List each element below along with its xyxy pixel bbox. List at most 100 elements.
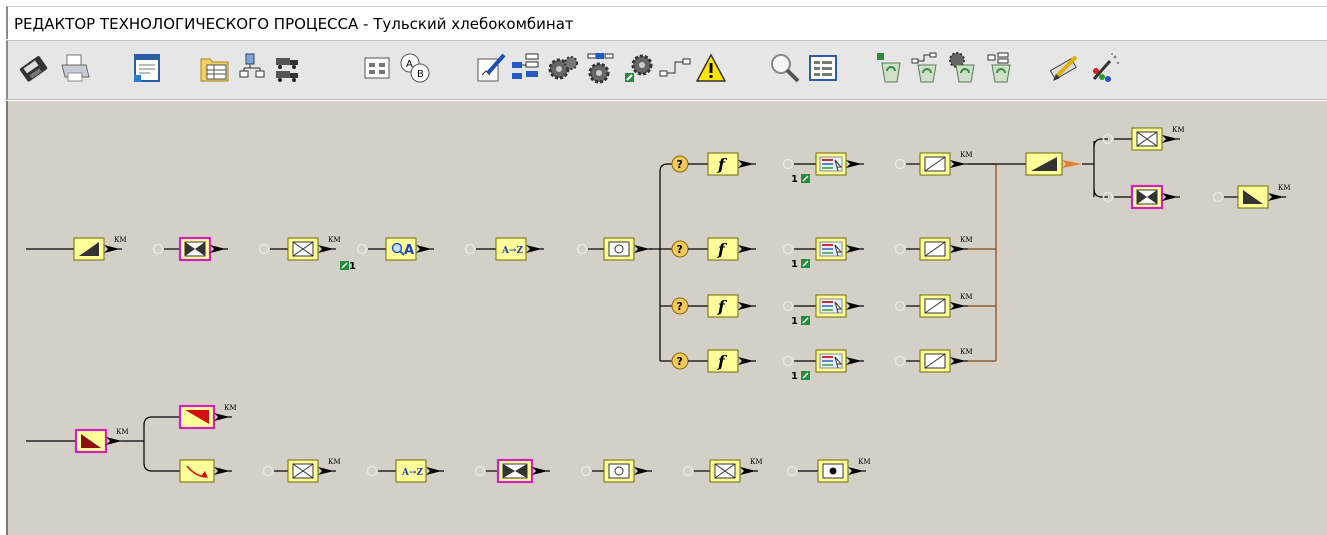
- tree-structure-icon[interactable]: [236, 51, 270, 85]
- port-circle: [782, 300, 794, 312]
- recycle-bin-3-icon[interactable]: [946, 51, 980, 85]
- condition-node: ?: [671, 240, 689, 258]
- process-node-bowtie: [496, 458, 534, 484]
- output-arrow: [738, 160, 756, 168]
- arrow-head: [950, 160, 966, 168]
- save-disk-icon[interactable]: [16, 51, 50, 85]
- process-node-circle: [603, 237, 635, 261]
- arrow-head: [950, 302, 966, 310]
- arrow-head: [634, 245, 650, 253]
- arrow-head: [848, 467, 864, 475]
- process-node-red-split: [74, 428, 108, 454]
- edit-document-icon[interactable]: [474, 51, 508, 85]
- process-flow-diagram: КМ КМ 1 A A→Z? f 1 КМ? f 1 КМ? f 1 КМ? f 1 КМ КМ КМ КМ КМ КМ A…: [26, 126, 1291, 484]
- branch-link: [143, 416, 180, 426]
- process-node-slash: [919, 152, 951, 176]
- connector-icon[interactable]: [658, 51, 692, 85]
- printer-icon[interactable]: [58, 51, 92, 85]
- output-arrow: [846, 357, 864, 365]
- trucks-icon[interactable]: [272, 51, 306, 85]
- recycle-bin-2-icon[interactable]: [910, 51, 944, 85]
- port-circle: [464, 243, 476, 255]
- output-arrow: КМ: [104, 236, 127, 253]
- folder-table-icon[interactable]: [198, 51, 232, 85]
- output-arrow: КМ: [214, 404, 237, 421]
- document-properties-icon[interactable]: [130, 51, 164, 85]
- output-arrow: КМ: [950, 236, 973, 253]
- port-marker: [782, 158, 794, 170]
- circle-box-icon: [608, 463, 630, 479]
- hierarchy-icon[interactable]: [510, 51, 544, 85]
- counter-value: 1: [349, 261, 356, 272]
- port-marker: [464, 243, 476, 255]
- svg-text:B: B: [417, 69, 424, 80]
- magic-wand-icon[interactable]: [1088, 51, 1122, 85]
- port-circle: [894, 158, 906, 170]
- counter-value: 1: [791, 316, 798, 327]
- port-circle: [1212, 191, 1224, 203]
- arrow-head: [104, 245, 120, 253]
- output-arrow: [634, 467, 652, 475]
- dot-mark: [829, 467, 837, 475]
- recycle-bin-1-icon[interactable]: [874, 51, 908, 85]
- question-mark: ?: [677, 243, 683, 256]
- arrow-head: [416, 245, 432, 253]
- km-label: КМ: [960, 293, 973, 301]
- magnifier-icon[interactable]: [768, 51, 802, 85]
- port-circle: [782, 355, 794, 367]
- output-arrow: [210, 245, 228, 253]
- recycle-bin-4-icon[interactable]: [984, 51, 1018, 85]
- counter-value: 1: [791, 174, 798, 185]
- km-label: КМ: [116, 428, 129, 436]
- process-node-slash: [919, 294, 951, 318]
- process-node-filter: [815, 349, 847, 373]
- ab-compare-icon[interactable]: AB: [398, 51, 432, 85]
- arrow-head: [526, 245, 542, 253]
- output-arrow: КМ: [740, 458, 763, 475]
- branch-link: [143, 462, 180, 472]
- list-panel-icon[interactable]: [806, 51, 840, 85]
- port-marker: [356, 243, 368, 255]
- process-node-f: f: [707, 349, 739, 373]
- port-circle: [356, 243, 368, 255]
- condition-node: ?: [671, 352, 689, 370]
- gears-icon[interactable]: [546, 51, 580, 85]
- arrow-head: [950, 357, 966, 365]
- arrow-head: [738, 160, 754, 168]
- km-label: КМ: [328, 458, 341, 466]
- port-circle: [682, 465, 694, 477]
- process-node-red-arrow: [179, 459, 215, 483]
- port-marker: [474, 465, 486, 477]
- arrow-head: [1268, 193, 1284, 201]
- counter-badge: 1: [791, 316, 810, 327]
- gears-plus-icon[interactable]: [622, 51, 656, 85]
- pencil-icon[interactable]: [1048, 51, 1082, 85]
- process-node-red-flag: [178, 404, 216, 430]
- arrow-head: [738, 302, 754, 310]
- arrow-head: [846, 357, 862, 365]
- orange-arrow: [1062, 160, 1082, 168]
- linked-gears-icon[interactable]: [584, 51, 618, 85]
- km-label: КМ: [224, 404, 237, 412]
- port-circle: [366, 465, 378, 477]
- warning-icon[interactable]: [694, 51, 728, 85]
- process-node-envelope: [709, 459, 741, 483]
- module-block-icon[interactable]: [360, 51, 394, 85]
- arrow-head: [846, 160, 862, 168]
- km-label: КМ: [114, 236, 127, 244]
- process-node-az: A→Z: [495, 237, 527, 261]
- process-node-ramp: [73, 237, 105, 261]
- process-node-search: A: [385, 237, 417, 261]
- arrow-head: [318, 467, 334, 475]
- km-label: КМ: [1172, 126, 1185, 134]
- svg-text:A: A: [406, 59, 413, 70]
- port-circle: [894, 243, 906, 255]
- az-sort-label: A→Z: [501, 246, 524, 256]
- process-node-filter: [815, 237, 847, 261]
- process-node-envelope: [1131, 127, 1163, 151]
- output-arrow: КМ: [318, 458, 341, 475]
- port-marker: [366, 465, 378, 477]
- port-circle: [152, 243, 164, 255]
- counter-value: 1: [791, 259, 798, 270]
- process-diagram-canvas[interactable]: КМ КМ 1 A A→Z? f 1 КМ? f 1 КМ? f 1 КМ? f 1 КМ КМ КМ КМ КМ КМ A…: [6, 101, 1327, 535]
